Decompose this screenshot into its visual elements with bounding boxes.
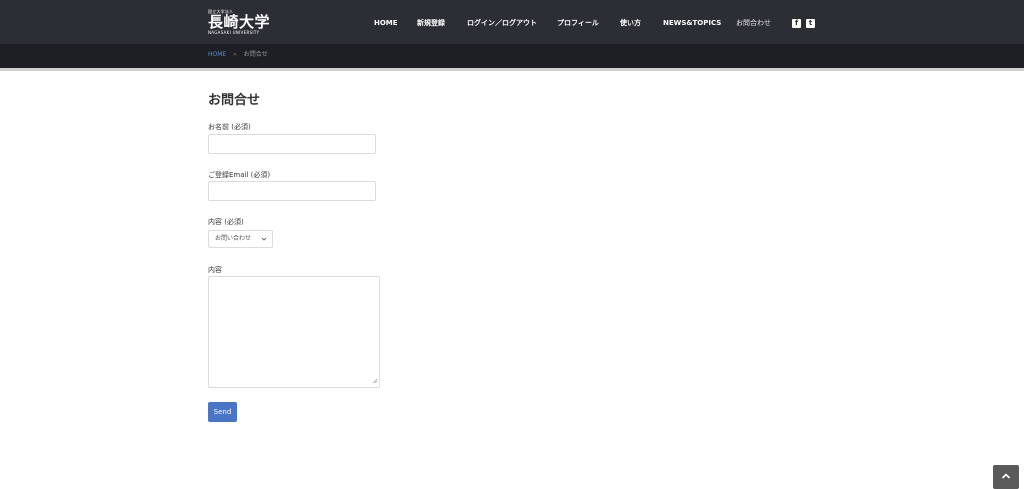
name-label: お名前 (必須) bbox=[208, 123, 251, 131]
scroll-to-top-button[interactable] bbox=[993, 465, 1019, 489]
chevron-down-icon bbox=[261, 231, 267, 254]
top-navbar: 国立大学法人 長崎大学 NAGASAKI UNIVERSITY HOME 新規登… bbox=[0, 0, 1024, 44]
nav-item-contact[interactable]: お問合わせ bbox=[736, 19, 771, 28]
university-logo[interactable]: 国立大学法人 長崎大学 NAGASAKI UNIVERSITY bbox=[208, 9, 270, 35]
logo-title: 長崎大学 bbox=[208, 13, 271, 31]
email-label: ご登録Email (必須) bbox=[208, 171, 271, 179]
email-input[interactable] bbox=[208, 181, 376, 201]
breadcrumb-home-link[interactable]: HOME bbox=[208, 51, 226, 58]
inquiry-type-label: 内容 (必須) bbox=[208, 218, 244, 226]
inquiry-type-selected: お問い合わせ bbox=[215, 235, 252, 242]
nav-item-home[interactable]: HOME bbox=[374, 19, 398, 28]
facebook-icon[interactable]: f bbox=[792, 19, 801, 28]
breadcrumb-bar bbox=[0, 44, 1024, 68]
breadcrumb-separator: » bbox=[233, 51, 237, 58]
content-label: 内容 bbox=[208, 266, 222, 274]
breadcrumb: HOME » お問合せ bbox=[208, 51, 268, 59]
nav-item-register[interactable]: 新規登録 bbox=[417, 19, 445, 28]
nav-item-news-topics[interactable]: NEWS&TOPICS bbox=[663, 19, 721, 28]
name-input[interactable] bbox=[208, 134, 376, 154]
page-title: お問合せ bbox=[208, 93, 261, 108]
inquiry-type-select[interactable]: お問い合わせ bbox=[208, 230, 273, 248]
content-textarea[interactable] bbox=[208, 276, 380, 388]
breadcrumb-current: お問合せ bbox=[243, 51, 268, 58]
nav-item-howto[interactable]: 使い方 bbox=[620, 19, 641, 28]
twitter-icon[interactable]: t bbox=[806, 19, 815, 28]
send-button[interactable]: Send bbox=[208, 402, 237, 422]
nav-item-login-logout[interactable]: ログイン／ログアウト bbox=[467, 19, 537, 28]
chevron-up-icon bbox=[1001, 473, 1011, 479]
resize-handle-icon[interactable] bbox=[372, 378, 378, 386]
breadcrumb-divider bbox=[0, 68, 1024, 71]
nav-item-profile[interactable]: プロフィール bbox=[557, 19, 599, 28]
